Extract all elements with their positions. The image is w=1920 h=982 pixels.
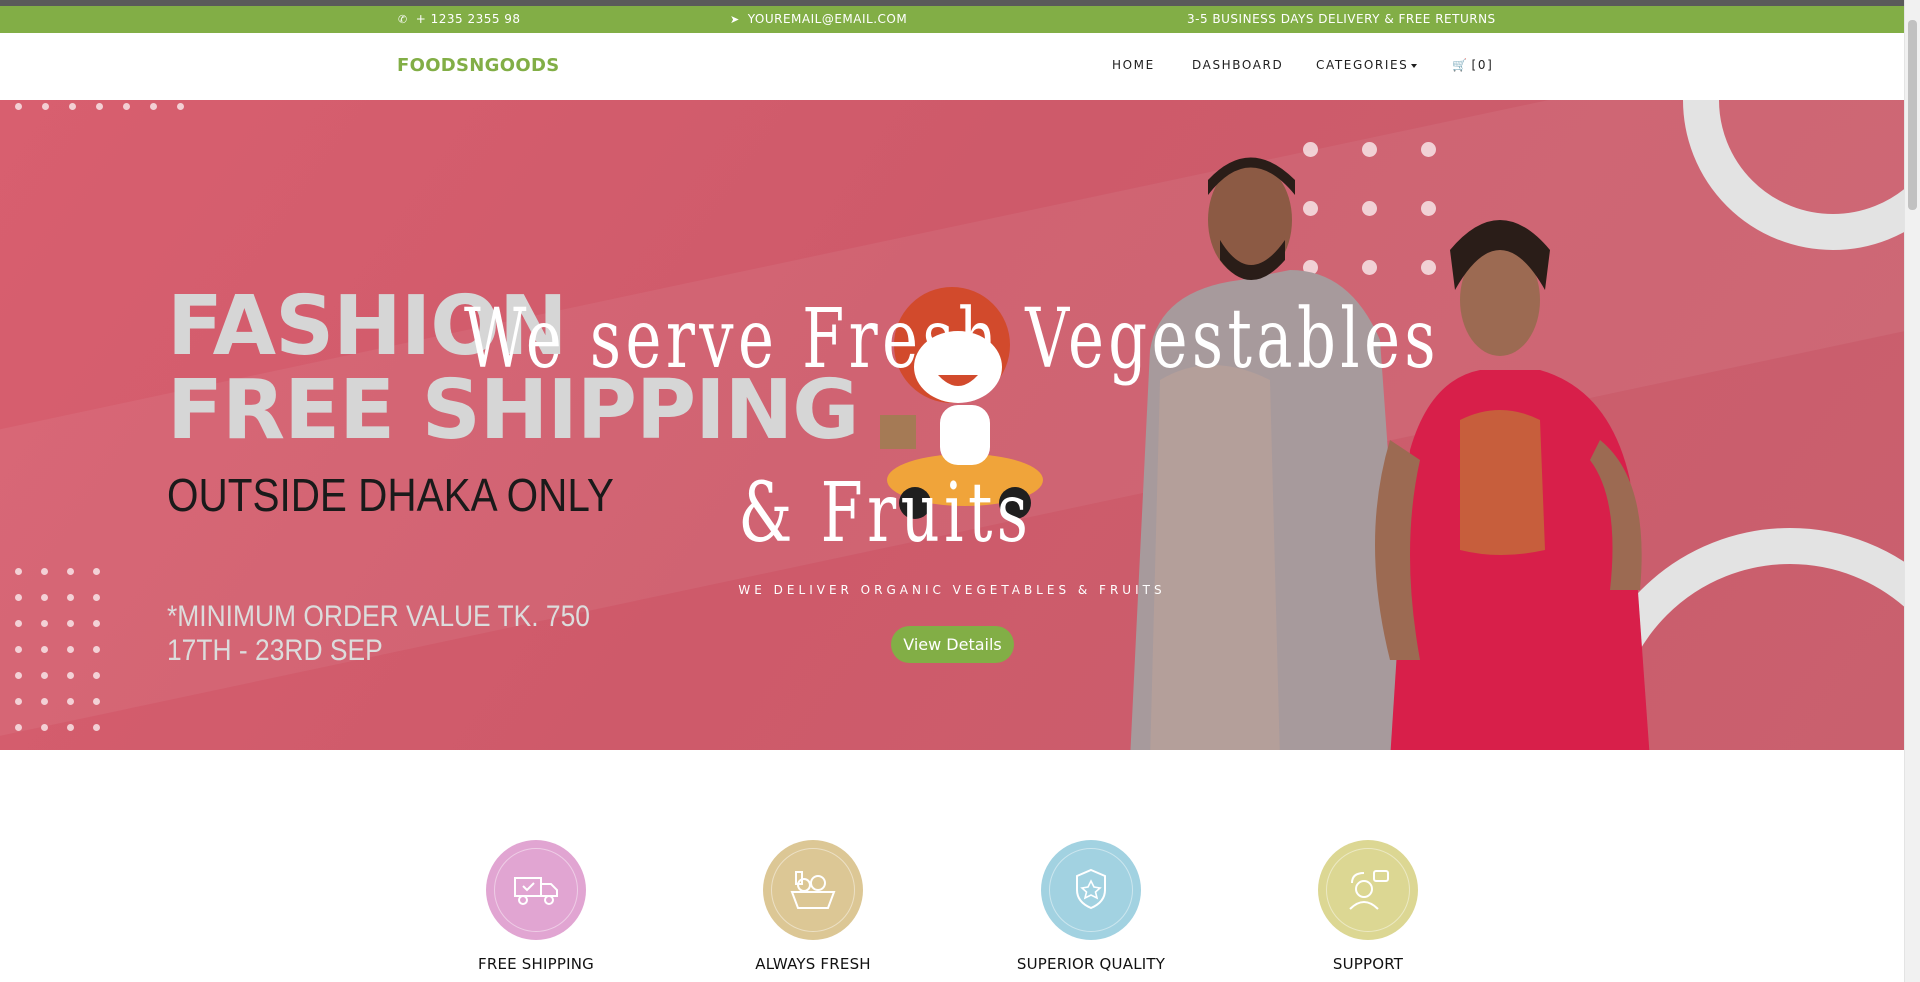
phone-icon: ✆: [398, 12, 408, 26]
cart-icon: 🛒: [1452, 58, 1469, 72]
delivery-truck-icon: [486, 840, 586, 940]
hero-dot-pattern-top: [15, 103, 184, 110]
hero-banner: FASHION FREE SHIPPING OUTSIDE DHAKA ONLY…: [0, 100, 1904, 750]
brand-logo[interactable]: FOODSNGOODS: [397, 55, 559, 76]
page-scrollbar[interactable]: [1904, 0, 1920, 982]
contact-phone: ✆ + 1235 2355 98: [398, 12, 521, 26]
feature-free-shipping: FREE SHIPPING: [426, 840, 646, 973]
customer-support-icon: [1318, 840, 1418, 940]
paper-plane-icon: ➤: [730, 12, 740, 26]
feature-superior-quality: SUPERIOR QUALITY: [981, 840, 1201, 973]
feature-label: SUPERIOR QUALITY: [1016, 955, 1166, 973]
nav-categories-dropdown[interactable]: CATEGORIES: [1316, 58, 1418, 72]
contact-email: ➤ YOUREMAIL@EMAIL.COM: [730, 12, 907, 26]
feature-label: ALWAYS FRESH: [755, 955, 871, 973]
feature-support: SUPPORT: [1258, 840, 1478, 973]
top-info-bar: ✆ + 1235 2355 98 ➤ YOUREMAIL@EMAIL.COM 3…: [0, 6, 1904, 33]
email-text: YOUREMAIL@EMAIL.COM: [747, 12, 908, 26]
main-navbar: FOODSNGOODS HOME DASHBOARD CATEGORIES 🛒[…: [0, 33, 1904, 100]
cart-count: [0]: [1471, 58, 1494, 72]
feature-label: SUPPORT: [1332, 955, 1404, 973]
phone-text: + 1235 2355 98: [415, 12, 521, 26]
hero-subheading: WE DELIVER ORGANIC VEGETABLES & FRUITS: [738, 583, 1166, 597]
hero-headline: We serve Fresh Vegestables & Fruits: [463, 292, 1441, 561]
scrollbar-thumb[interactable]: [1908, 20, 1917, 210]
view-details-button[interactable]: View Details: [891, 626, 1014, 663]
features-section: FREE SHIPPING ALWAYS FRESH SUPERIOR QUAL…: [0, 750, 1904, 982]
feature-label: FREE SHIPPING: [478, 955, 594, 973]
nav-cart-link[interactable]: 🛒 [0]: [1452, 58, 1493, 72]
nav-dashboard-link[interactable]: DASHBOARD: [1192, 58, 1283, 72]
feature-always-fresh: ALWAYS FRESH: [703, 840, 923, 973]
promo-minimum-order: *MINIMUM ORDER VALUE TK. 750 17TH - 23RD…: [167, 600, 590, 667]
nav-categories-label: CATEGORIES: [1316, 58, 1409, 72]
award-badge-icon: [1041, 840, 1141, 940]
nav-home-link[interactable]: HOME: [1112, 58, 1155, 72]
caret-down-icon: [1411, 63, 1418, 68]
grocery-basket-icon: [763, 840, 863, 940]
delivery-text: 3-5 BUSINESS DAYS DELIVERY & FREE RETURN…: [1187, 12, 1496, 26]
delivery-notice: 3-5 BUSINESS DAYS DELIVERY & FREE RETURN…: [1187, 12, 1496, 26]
